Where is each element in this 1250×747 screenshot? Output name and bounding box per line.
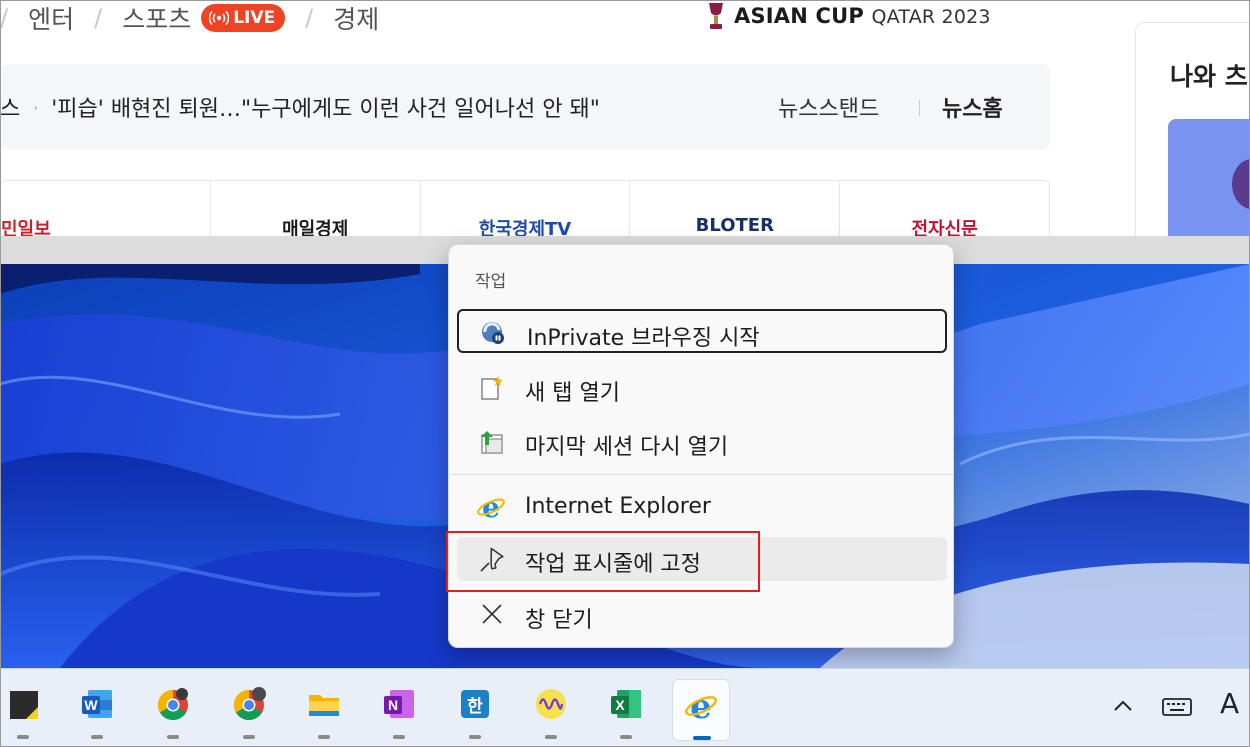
jump-list-divider (449, 474, 953, 475)
press-logo-cell[interactable]: BLOTER (630, 181, 841, 236)
inprivate-icon (482, 322, 504, 344)
annotation-highlight-box (446, 531, 760, 592)
taskbar-app-excel[interactable]: X (597, 679, 655, 741)
taskbar-app-chrome-2[interactable] (220, 679, 278, 741)
input-method-indicator[interactable]: A (1220, 687, 1239, 720)
nav-separator: / (94, 4, 103, 32)
trophy-icon (709, 3, 723, 29)
active-indicator (693, 736, 711, 740)
running-indicator (243, 735, 255, 739)
nav-sports[interactable]: 스포츠 (122, 0, 191, 36)
press-logo: 민일보 (1, 219, 51, 236)
running-indicator (318, 735, 330, 739)
taskbar-app-file-explorer[interactable] (295, 679, 353, 741)
press-logo-cell[interactable]: 민일보 (1, 181, 211, 236)
onenote-letter: N (388, 697, 398, 713)
running-indicator (469, 735, 481, 739)
reopen-session-label: 마지막 세션 다시 열기 (525, 435, 729, 460)
taskbar-app-internet-explorer[interactable]: e (672, 679, 730, 741)
internet-explorer-icon: e (685, 688, 717, 722)
internet-explorer-icon: e (477, 494, 505, 520)
ticker-divider (919, 100, 920, 116)
reopen-session-icon (481, 431, 503, 454)
nav-separator: / (305, 4, 314, 32)
internet-explorer-item[interactable]: e Internet Explorer (457, 485, 947, 529)
svg-text:e: e (482, 494, 500, 520)
taskbar-app-word[interactable]: W (68, 679, 126, 741)
card-illustration (1232, 159, 1250, 209)
close-window-label: 창 닫기 (525, 608, 593, 633)
taskbar-app-sticky-notes[interactable] (0, 679, 52, 741)
svg-text:e: e (690, 688, 712, 722)
taskbar-app-onenote[interactable]: N (370, 679, 428, 741)
taskbar-app-audio[interactable] (522, 679, 580, 741)
jump-list-header: 작업 (475, 272, 507, 292)
taskbar-app-hangul[interactable]: 한 (446, 679, 504, 741)
taskbar-app-chrome-1[interactable] (144, 679, 202, 741)
running-indicator (545, 735, 557, 739)
live-label: LIVE (233, 8, 276, 28)
running-indicator (167, 735, 179, 739)
news-home-link[interactable]: 뉴스홈 (942, 91, 1003, 123)
press-logo: 전자신문 (911, 219, 978, 236)
browser-window: / 엔터 / 스포츠 LIVE / 경제 ASIAN CUP QATAR 202… (0, 0, 1250, 236)
nav-entertainment[interactable]: 엔터 (28, 0, 74, 36)
folder-icon (309, 695, 339, 716)
running-indicator (393, 735, 405, 739)
broadcast-icon (209, 10, 230, 26)
hangul-letter: 한 (467, 697, 483, 717)
chrome-icon (157, 688, 188, 721)
news-stand-link[interactable]: 뉴스스탠드 (778, 91, 879, 123)
internet-explorer-label: Internet Explorer (525, 494, 711, 519)
show-hidden-icons-chevron-icon[interactable] (1108, 691, 1138, 721)
inprivate-browsing-item[interactable]: InPrivate 브라우징 시작 (457, 309, 947, 353)
inprivate-browsing-label: InPrivate 브라우징 시작 (527, 326, 760, 351)
word-icon: W (82, 690, 112, 718)
hangul-icon: 한 (461, 690, 489, 718)
running-indicator (91, 735, 103, 739)
new-tab-label: 새 탭 열기 (525, 381, 620, 406)
reopen-session-item[interactable]: 마지막 세션 다시 열기 (457, 420, 947, 464)
ticker-dot: · (32, 97, 40, 122)
excel-letter: X (615, 697, 625, 713)
news-ticker: 스 · '피습' 배현진 퇴원…"누구에게도 이런 사건 일어나선 안 돼" 뉴스스… (0, 64, 1050, 150)
taskbar: W N 한 X e A (0, 668, 1250, 747)
my-panel: 나와 츠 (1135, 22, 1250, 236)
live-badge[interactable]: LIVE (201, 4, 286, 32)
word-letter: W (84, 697, 98, 713)
press-logo-cell[interactable]: 한국경제TV (421, 181, 631, 236)
my-panel-card[interactable] (1168, 119, 1250, 236)
nav-economy[interactable]: 경제 (333, 0, 379, 36)
my-panel-title: 나와 츠 (1170, 62, 1248, 91)
press-logo-cell[interactable]: 매일경제 (211, 181, 421, 236)
chrome-icon (233, 687, 266, 721)
asian-cup-banner[interactable]: ASIAN CUP QATAR 2023 (704, 0, 991, 32)
running-indicator (17, 735, 29, 739)
press-logo-row: 민일보 매일경제 한국경제TV BLOTER 전자신문 (0, 180, 1050, 236)
sticky-notes-icon (10, 691, 38, 719)
new-tab-item[interactable]: 새 탭 열기 (457, 366, 947, 410)
onenote-icon: N (384, 690, 414, 718)
asian-cup-subtitle: QATAR 2023 (871, 6, 991, 28)
press-logo: BLOTER (695, 215, 774, 236)
press-logo: 한국경제TV (478, 219, 572, 236)
running-indicator (620, 735, 632, 739)
category-nav: / 엔터 / 스포츠 LIVE / 경제 (0, 0, 700, 36)
press-logo: 매일경제 (282, 219, 349, 236)
press-logo-cell[interactable]: 전자신문 (840, 181, 1049, 236)
excel-icon: X (611, 690, 641, 718)
close-icon (482, 604, 502, 624)
nav-separator: / (0, 4, 9, 32)
new-tab-icon (481, 376, 503, 400)
ticker-prev-fragment: 스 (0, 97, 21, 122)
close-window-item[interactable]: 창 닫기 (457, 593, 947, 637)
keyboard-icon[interactable] (1160, 693, 1194, 721)
audio-wave-icon (536, 689, 566, 719)
ticker-headline[interactable]: '피습' 배현진 퇴원…"누구에게도 이런 사건 일어나선 안 돼" (51, 97, 600, 122)
asian-cup-title: ASIAN CUP (734, 4, 864, 28)
